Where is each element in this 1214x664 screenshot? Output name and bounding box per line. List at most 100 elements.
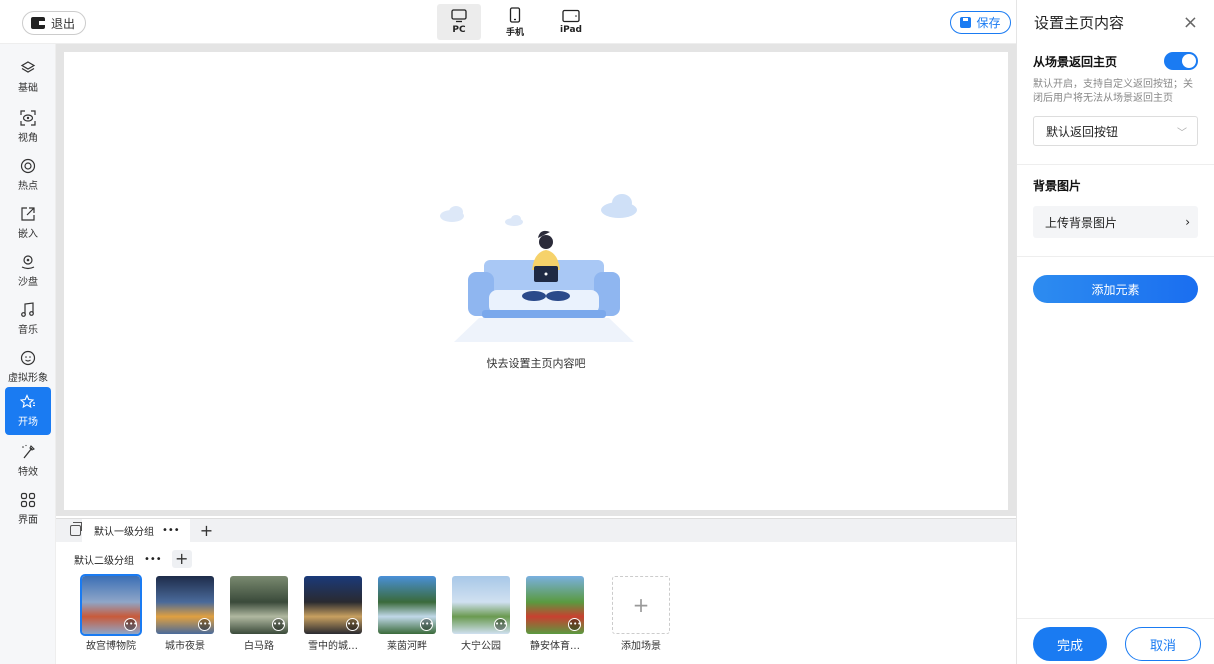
more-icon[interactable]: ••• xyxy=(124,618,137,631)
return-button-select-value: 默认返回按钮 xyxy=(1046,124,1119,139)
scene-name: 大宁公园 xyxy=(461,641,501,652)
scene-thumbnail: ••• xyxy=(452,576,510,634)
more-icon[interactable]: ••• xyxy=(144,554,162,565)
device-phone-label: 手机 xyxy=(505,27,524,38)
scene-thumbnail: ••• xyxy=(230,576,288,634)
sidebar-item-label: 界面 xyxy=(18,515,38,526)
more-icon[interactable]: ••• xyxy=(494,618,507,631)
empty-illustration xyxy=(440,194,637,342)
sidebar-item-label: 特效 xyxy=(18,467,38,478)
device-pc-label: PC xyxy=(452,25,466,35)
more-icon[interactable]: ••• xyxy=(420,618,433,631)
tablet-icon xyxy=(562,9,580,23)
add-element-button[interactable]: 添加元素 xyxy=(1033,275,1198,303)
close-icon[interactable]: × xyxy=(1183,12,1198,33)
scene-name: 雪中的城… xyxy=(308,641,358,652)
add-element-section: 添加元素 xyxy=(1017,275,1214,303)
phone-icon xyxy=(509,6,521,23)
canvas-area: 快去设置主页内容吧 xyxy=(56,44,1016,516)
sidebar-item-effects[interactable]: 特效 xyxy=(5,438,51,484)
sidebar-item-label: 开场 xyxy=(18,417,38,428)
exit-icon xyxy=(31,17,45,29)
chevron-down-icon: ﹀ xyxy=(1177,127,1187,139)
sidebar-item-basic[interactable]: 基础 xyxy=(5,54,51,100)
scene-item[interactable]: ••• 莱茵河畔 xyxy=(378,576,436,652)
music-icon xyxy=(21,302,34,317)
chevron-right-icon: › xyxy=(1185,215,1190,229)
return-home-description: 默认开启，支持自定义返回按钮；关闭后用户将无法从场景返回主页 xyxy=(1033,79,1193,104)
cancel-button[interactable]: 取消 xyxy=(1125,627,1201,661)
scene-name: 故宫博物院 xyxy=(86,641,136,652)
sidebar-item-embed[interactable]: 嵌入 xyxy=(5,200,51,246)
scene-name: 静安体育… xyxy=(530,641,580,652)
return-button-select[interactable]: 默认返回按钮 ﹀ xyxy=(1033,116,1198,146)
device-phone-button[interactable]: 手机 xyxy=(493,4,537,40)
sidebar-item-music[interactable]: 音乐 xyxy=(5,296,51,342)
scene-item[interactable]: ••• 静安体育… xyxy=(526,576,584,652)
more-icon[interactable]: ••• xyxy=(568,618,581,631)
sidebar-item-hotspot[interactable]: 热点 xyxy=(5,152,51,198)
group-tab-level1[interactable]: 默认一级分组 ••• xyxy=(82,518,190,543)
empty-hint-text: 快去设置主页内容吧 xyxy=(486,357,586,370)
more-icon[interactable]: ••• xyxy=(162,525,180,536)
more-icon[interactable]: ••• xyxy=(198,618,211,631)
background-title: 背景图片 xyxy=(1033,179,1082,193)
magic-wand-icon xyxy=(22,444,35,459)
add-group-button[interactable]: + xyxy=(200,522,213,539)
sidebar-item-label: 基础 xyxy=(18,83,38,94)
scene-item[interactable]: ••• 白马路 xyxy=(230,576,288,652)
sidebar-item-sandbox[interactable]: 沙盘 xyxy=(5,248,51,294)
more-icon[interactable]: ••• xyxy=(346,618,359,631)
group-level2-label[interactable]: 默认二级分组 xyxy=(74,552,134,567)
sidebar-item-label: 音乐 xyxy=(18,325,38,336)
sidebar-item-view[interactable]: 视角 xyxy=(5,104,51,150)
return-home-section: 从场景返回主页 默认开启，支持自定义返回按钮；关闭后用户将无法从场景返回主页 默… xyxy=(1017,52,1214,146)
embed-icon xyxy=(21,207,35,221)
monitor-icon xyxy=(451,9,467,23)
scene-thumbnail: ••• xyxy=(80,574,142,636)
scene-item[interactable]: ••• 雪中的城… xyxy=(304,576,362,652)
copy-icon[interactable] xyxy=(70,522,82,536)
sidebar-item-avatar[interactable]: 虚拟形象 xyxy=(5,344,51,390)
save-button[interactable]: 保存 xyxy=(950,11,1011,34)
return-home-toggle[interactable] xyxy=(1164,52,1198,70)
scene-thumbnail: ••• xyxy=(378,576,436,634)
sidebar-item-label: 沙盘 xyxy=(18,277,38,288)
avatar-icon xyxy=(20,350,36,366)
scene-item[interactable]: ••• 故宫博物院 xyxy=(80,574,142,652)
panel-header: 设置主页内容 × xyxy=(1017,0,1214,44)
add-subgroup-button[interactable]: + xyxy=(171,550,192,568)
add-scene-button[interactable]: + 添加场景 xyxy=(612,576,670,652)
device-ipad-button[interactable]: iPad xyxy=(549,4,593,40)
scene-thumbnail: ••• xyxy=(156,576,214,634)
sidebar-item-opening[interactable]: 开场 xyxy=(5,387,51,435)
panel-footer: 完成 取消 xyxy=(1017,618,1214,664)
sidebar-item-label: 嵌入 xyxy=(18,229,38,240)
done-button[interactable]: 完成 xyxy=(1033,627,1107,661)
scene-name: 莱茵河畔 xyxy=(387,641,427,652)
sidebar-item-interface[interactable]: 界面 xyxy=(5,486,51,532)
plus-icon: + xyxy=(612,576,670,634)
return-home-title: 从场景返回主页 xyxy=(1033,54,1118,69)
scene-name: 城市夜景 xyxy=(165,641,205,652)
save-label: 保存 xyxy=(976,16,1001,30)
sidebar-item-label: 视角 xyxy=(18,133,38,144)
grid-icon xyxy=(20,492,36,508)
device-pc-button[interactable]: PC xyxy=(437,4,481,40)
star-icon xyxy=(20,394,35,409)
exit-button[interactable]: 退出 xyxy=(22,11,87,35)
view-icon xyxy=(20,110,36,126)
scene-item[interactable]: ••• 城市夜景 xyxy=(156,576,214,652)
sandbox-icon xyxy=(21,255,35,270)
more-icon[interactable]: ••• xyxy=(272,618,285,631)
upload-background-button[interactable]: 上传背景图片 › xyxy=(1033,206,1198,238)
sidebar-item-label: 热点 xyxy=(18,181,38,192)
scene-item[interactable]: ••• 大宁公园 xyxy=(452,576,510,652)
left-sidebar: 基础 视角 热点 嵌入 沙盘 音乐 虚拟形象 开场 特效 界面 xyxy=(0,44,56,664)
group-level1-label: 默认一级分组 xyxy=(94,527,154,538)
group-tab-bar: 默认一级分组 ••• + xyxy=(56,518,1016,543)
scene-name: 白马路 xyxy=(244,641,274,652)
device-switcher: PC 手机 iPad xyxy=(437,4,593,40)
add-scene-label: 添加场景 xyxy=(621,641,661,652)
floppy-icon xyxy=(960,17,972,28)
